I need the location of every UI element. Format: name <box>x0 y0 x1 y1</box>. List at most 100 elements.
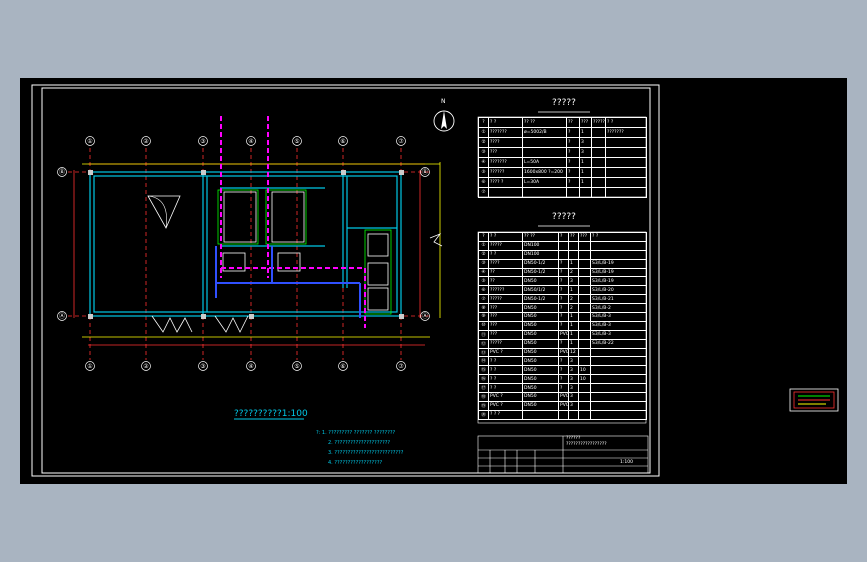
table-cell: DN50 <box>522 374 559 385</box>
table-cell: 2 <box>568 303 579 314</box>
table-cell <box>605 147 647 158</box>
table-cell: PVC <box>558 400 569 411</box>
materials-table-1: ?? ??? ????????????? ? ①??????? ø=5002/B? 1… <box>478 117 647 198</box>
table-cell <box>578 409 591 420</box>
table-cell <box>590 249 647 260</box>
table-header-cell: ?? <box>566 117 580 128</box>
table-cell: ? <box>558 285 569 296</box>
table-cell: ③ <box>478 147 489 158</box>
table-cell: ? ? ? <box>488 409 523 420</box>
table-cell <box>568 249 579 260</box>
table-cell: ⑭ <box>478 356 489 367</box>
table-row: ⑦ <box>478 187 647 198</box>
axis-label: ③ <box>200 137 206 145</box>
title-block-scale: 1:100 <box>620 460 633 465</box>
table-cell: 3 <box>568 400 579 411</box>
table-cell: ⑯ <box>478 374 489 385</box>
table-header-cell: ? <box>478 232 489 242</box>
table-cell: ??????? <box>605 127 647 138</box>
table-cell: PVC <box>558 329 569 340</box>
table-cell: 2 <box>568 267 579 278</box>
table-row: ⑱ PVC ? DN50 PVC 3 <box>478 392 647 402</box>
table-row: ③???? 3 <box>478 147 647 158</box>
table-cell: ? <box>558 267 569 278</box>
table-header-cell: ??? <box>578 232 591 242</box>
layer-legend[interactable] <box>789 388 839 412</box>
table-cell: 10 <box>578 374 591 385</box>
table-cell <box>566 187 580 198</box>
table-cell: ??? <box>488 320 523 331</box>
table-cell <box>591 157 606 168</box>
table-cell <box>591 167 606 178</box>
axis-label: Ⓑ <box>421 168 428 176</box>
table-cell <box>578 392 591 402</box>
axis-label: Ⓐ <box>58 312 65 320</box>
table-row: ④?? DN50-1/2? 2 S3/L/B-19 <box>478 267 647 278</box>
drawing-canvas[interactable]: ?????????? 1:100 ?: 1. ????????? ??????? … <box>20 78 847 484</box>
table-cell: ⑫ <box>478 338 489 349</box>
table-cell <box>590 356 647 367</box>
axis-label: Ⓑ <box>58 168 65 176</box>
table-cell: ????? <box>488 240 523 251</box>
table-cell: 1 <box>568 329 579 340</box>
table-cell <box>578 329 591 340</box>
table-header-cell: ? ? <box>590 232 647 242</box>
table-cell <box>568 240 579 251</box>
table-cell: PVC ? <box>488 347 523 358</box>
table-cell: DN50 <box>522 347 559 358</box>
table-row: ⑲ PVC ? DN50 PVC 3 <box>478 400 647 411</box>
table-cell: ⑨ <box>478 312 489 322</box>
table-cell: S3/L/B-3 <box>590 329 647 340</box>
table-cell: ? <box>558 365 569 376</box>
table-cell <box>578 383 591 394</box>
table-cell: 1600x800 ?=200 <box>522 167 567 178</box>
table-cell: PVC ? <box>488 400 523 411</box>
table-cell: ② <box>478 249 489 260</box>
table-cell <box>578 312 591 322</box>
table-cell: ? <box>566 157 580 168</box>
axis-label: ⑥ <box>340 362 346 370</box>
table-cell: ⑳ <box>478 409 489 420</box>
plan-note: 3. ?????????????????????????? <box>328 450 404 456</box>
table-cell: ? ? <box>488 383 523 394</box>
table-cell: DN50 <box>522 329 559 340</box>
table-cell: ⑩ <box>478 320 489 331</box>
table-cell: S3/L/B-21 <box>590 294 647 305</box>
table-cell <box>591 177 606 188</box>
table-cell <box>578 356 591 367</box>
title-block-drawing: ????????????????? <box>566 442 607 447</box>
table-cell: 1 <box>568 320 579 331</box>
table-cell: PVC <box>558 347 569 358</box>
table-cell <box>568 409 579 420</box>
table-cell: 1 <box>568 258 579 269</box>
axis-label: ④ <box>248 362 254 370</box>
table-row: ①??????? ø=5002/B? 1??????? <box>478 127 647 138</box>
table-row: ⑦????? DN50-1/2? 2 S3/L/B-21 <box>478 294 647 305</box>
table-cell <box>590 409 647 420</box>
table-cell: 3 <box>579 147 592 158</box>
table-cell <box>578 285 591 296</box>
table-cell: S3/L/B-2 <box>590 303 647 314</box>
table-header-cell: ? <box>558 232 569 242</box>
table-cell: 3 <box>568 374 579 385</box>
table-cell: ??? <box>488 329 523 340</box>
table-cell <box>578 303 591 314</box>
table-row: ⑳? ? ? <box>478 409 647 420</box>
table-cell: DN50 <box>522 400 559 411</box>
north-label: N <box>441 98 446 105</box>
table-cell: S3/L/B-20 <box>590 285 647 296</box>
table-cell: ⑧ <box>478 303 489 314</box>
table-cell: ? ? <box>488 374 523 385</box>
table-row: ⑤?? DN50? 3 S3/L/B-19 <box>478 276 647 287</box>
table-cell <box>578 347 591 358</box>
title-block <box>477 435 649 474</box>
table-cell: ??????? <box>488 157 523 168</box>
table-cell: ⑥ <box>478 177 489 188</box>
table-cell: 3 <box>568 356 579 367</box>
table-cell: ?????? <box>488 167 523 178</box>
table-row: ①????? DN100 <box>478 240 647 251</box>
table-cell: ? ? <box>488 365 523 376</box>
table-cell: ⑦ <box>478 294 489 305</box>
plan-note: ?: 1. ????????? ??????? ???????? <box>316 430 396 436</box>
table-cell <box>605 167 647 178</box>
